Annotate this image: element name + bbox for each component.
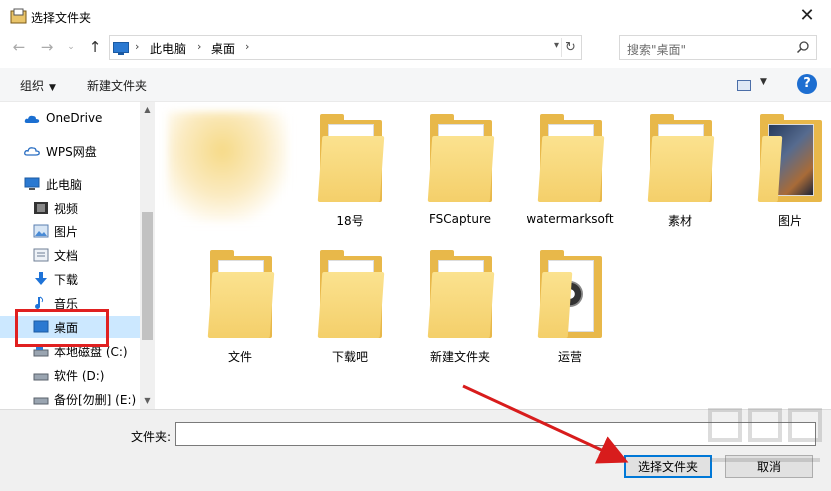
- annotation-arrow-icon: [462, 384, 629, 464]
- folder-item[interactable]: 18号: [300, 110, 400, 240]
- breadcrumb-separator[interactable]: ›: [135, 40, 139, 53]
- nav-item-pictures[interactable]: 图片: [0, 220, 140, 242]
- nav-item-wps-cloud[interactable]: WPS网盘: [0, 140, 140, 162]
- video-icon: [34, 202, 48, 214]
- cloud-outline-icon: [24, 147, 40, 156]
- folder-name: 新建文件夹: [429, 350, 490, 364]
- up-arrow-icon[interactable]: ↑: [86, 38, 104, 56]
- folder-name: 图片: [777, 214, 802, 228]
- nav-item-downloads[interactable]: 下载: [0, 268, 140, 290]
- breadcrumb-desktop[interactable]: 桌面: [211, 40, 235, 57]
- search-icon[interactable]: [796, 40, 810, 54]
- scroll-thumb[interactable]: [142, 212, 153, 340]
- folder-item[interactable]: 素材: [630, 110, 730, 240]
- chevron-down-icon: ▼: [49, 83, 56, 93]
- organize-menu[interactable]: 组织 ▼: [20, 77, 56, 94]
- nav-item-documents[interactable]: 文档: [0, 244, 140, 266]
- picture-icon: [33, 224, 49, 238]
- address-row: ← → ⌄ ↑ › 此电脑 › 桌面 › ▾ ↻ 搜索"桌面": [0, 33, 831, 63]
- navigation-pane: OneDrive WPS网盘 此电脑 视频 图片 文档 下载 音乐 桌面 本地磁…: [0, 102, 155, 409]
- nav-item-this-pc[interactable]: 此电脑: [0, 173, 140, 195]
- help-icon[interactable]: ?: [797, 74, 817, 94]
- drive-icon: [33, 373, 49, 381]
- breadcrumb-this-pc[interactable]: 此电脑: [150, 40, 186, 57]
- scroll-up-icon[interactable]: ▲: [142, 105, 153, 114]
- window-title: 选择文件夹: [31, 11, 92, 25]
- folder-name: FSCapture: [428, 212, 492, 226]
- folder-field-label: 文件夹:: [131, 430, 172, 444]
- new-folder-button[interactable]: 新建文件夹: [87, 77, 147, 94]
- nav-scrollbar[interactable]: ▲ ▼: [140, 102, 155, 409]
- title-bar: 选择文件夹 ✕: [0, 0, 831, 32]
- view-options-icon[interactable]: [737, 80, 751, 91]
- folder-name: 18号: [336, 214, 364, 228]
- nav-item-videos[interactable]: 视频: [0, 197, 140, 219]
- address-dropdown-icon[interactable]: ▾: [554, 40, 559, 51]
- refresh-icon[interactable]: ↻: [561, 38, 579, 57]
- search-placeholder: 搜索"桌面": [627, 43, 687, 57]
- nav-label: 图片: [54, 225, 79, 239]
- cloud-icon: [24, 115, 40, 123]
- music-note-icon: [35, 296, 44, 309]
- scroll-down-icon[interactable]: ▼: [142, 396, 153, 405]
- folder-item[interactable]: 新建文件夹: [410, 246, 510, 376]
- document-icon: [33, 248, 49, 262]
- recent-dropdown-icon[interactable]: ⌄: [62, 38, 80, 56]
- nav-label: WPS网盘: [46, 145, 97, 159]
- nav-label: OneDrive: [46, 111, 103, 125]
- folder-view: 18号 FSCapture watermarksoft 素材 图片 文件 下载吧…: [155, 102, 831, 409]
- back-arrow-icon[interactable]: ←: [10, 38, 28, 56]
- folder-name: 运营: [557, 350, 582, 364]
- folder-item[interactable]: 下载吧: [300, 246, 400, 376]
- folder-item[interactable]: 图片: [740, 110, 831, 240]
- folder-item[interactable]: watermarksoft: [520, 110, 620, 240]
- command-toolbar: 组织 ▼ 新建文件夹 ▼ ?: [0, 68, 831, 102]
- search-box[interactable]: 搜索"桌面": [619, 35, 817, 60]
- download-arrow-icon: [35, 272, 47, 285]
- blurred-item-thumbnail[interactable]: [168, 112, 288, 222]
- view-dropdown-icon[interactable]: ▼: [760, 77, 767, 87]
- highlight-annotation-box: [15, 309, 109, 347]
- nav-label: 软件 (D:): [54, 369, 105, 383]
- folder-item[interactable]: 运营: [520, 246, 620, 376]
- nav-label: 视频: [54, 202, 79, 216]
- computer-icon: [113, 42, 129, 55]
- select-folder-button[interactable]: 选择文件夹: [624, 455, 712, 478]
- forward-arrow-icon[interactable]: →: [38, 38, 56, 56]
- folder-dialog-icon: [10, 8, 27, 24]
- nav-label: 此电脑: [46, 178, 83, 192]
- folder-name: 下载吧: [331, 350, 368, 364]
- nav-item-drive-e[interactable]: 备份[勿删] (E:): [0, 388, 140, 410]
- folder-name: 文件: [227, 350, 252, 364]
- computer-icon: [24, 177, 40, 190]
- folder-name: watermarksoft: [526, 212, 614, 226]
- folder-item[interactable]: FSCapture: [410, 110, 510, 240]
- nav-label: 备份[勿删] (E:): [54, 393, 137, 407]
- address-bar[interactable]: › 此电脑 › 桌面 › ▾ ↻: [109, 35, 582, 60]
- drive-icon: [33, 397, 49, 405]
- nav-item-onedrive[interactable]: OneDrive: [0, 108, 140, 130]
- breadcrumb-separator[interactable]: ›: [197, 40, 201, 53]
- folder-name: 素材: [667, 214, 692, 228]
- organize-label: 组织: [20, 79, 45, 93]
- nav-label: 文档: [54, 249, 79, 263]
- watermark-logo-icon: [708, 408, 822, 462]
- nav-label: 下载: [54, 273, 79, 287]
- nav-item-drive-d[interactable]: 软件 (D:): [0, 364, 140, 386]
- breadcrumb-separator[interactable]: ›: [245, 40, 249, 53]
- close-button[interactable]: ✕: [795, 5, 819, 27]
- folder-item[interactable]: 文件: [190, 246, 290, 376]
